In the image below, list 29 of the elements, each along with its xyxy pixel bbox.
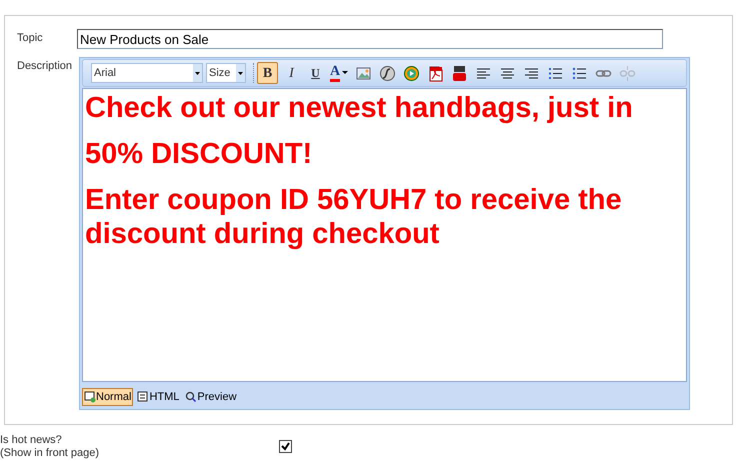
mode-tab[interactable]: Normal xyxy=(82,388,134,406)
italic-button[interactable]: I xyxy=(281,62,302,84)
pdf-icon xyxy=(427,64,444,82)
editor-content[interactable]: Check out our newest handbags, just in 50% DISCOUNT! Enter coupon ID 56YUH7 to receive the discount during checkout xyxy=(82,88,687,382)
mode-tab[interactable]: Preview xyxy=(183,388,239,406)
bold-button[interactable]: B xyxy=(257,62,278,84)
mode-tab[interactable]: HTML xyxy=(135,388,182,406)
paragraph: 50% DISCOUNT! xyxy=(85,137,314,171)
normal-mode-icon xyxy=(84,391,96,403)
field-label: Description xyxy=(17,59,74,74)
topic-field[interactable]: New Products on Sale xyxy=(77,29,663,49)
checkbox-label: Is hot news? xyxy=(0,434,63,447)
underline-button[interactable]: U xyxy=(305,62,326,84)
size-dropdown[interactable]: Size xyxy=(206,63,246,83)
paragraph: Check out our newest handbags, just in xyxy=(85,91,634,125)
field-label: Topic xyxy=(17,31,44,46)
hot-news-checkbox[interactable] xyxy=(279,440,292,453)
html-mode-icon xyxy=(137,391,150,403)
unlink-icon xyxy=(619,64,636,82)
flash-icon xyxy=(379,64,396,82)
paragraph: Enter coupon ID 56YUH7 to receive the discount during checkout xyxy=(85,183,623,251)
media-player-icon xyxy=(403,64,420,82)
checkbox-hint: (Show in front page) xyxy=(0,447,100,460)
dropdown-arrow-icon xyxy=(342,70,350,76)
font-color-button[interactable]: A xyxy=(329,62,350,84)
check-icon xyxy=(281,442,290,451)
font-dropdown[interactable]: Arial xyxy=(91,63,203,83)
picture-icon xyxy=(355,64,372,82)
magnifier-icon xyxy=(185,391,198,403)
